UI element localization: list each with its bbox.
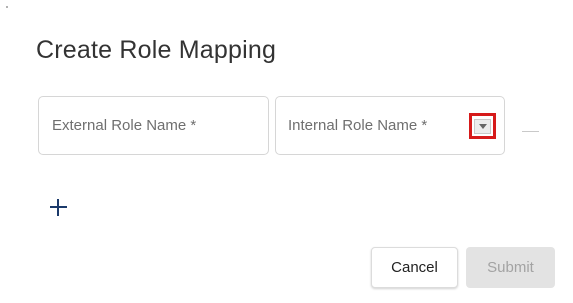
external-role-name-field[interactable]: External Role Name * bbox=[38, 96, 269, 155]
remove-row-button[interactable] bbox=[522, 131, 539, 132]
add-row-button[interactable] bbox=[50, 199, 67, 216]
create-role-mapping-dialog: Create Role Mapping External Role Name *… bbox=[0, 0, 573, 303]
cancel-button[interactable]: Cancel bbox=[371, 247, 458, 288]
dropdown-toggle[interactable] bbox=[474, 118, 491, 134]
internal-role-name-placeholder: Internal Role Name * bbox=[288, 117, 428, 134]
internal-role-name-field[interactable]: Internal Role Name * bbox=[275, 96, 505, 155]
internal-role-dropdown-button[interactable] bbox=[469, 113, 496, 139]
corner-dot bbox=[6, 6, 8, 8]
dialog-title: Create Role Mapping bbox=[36, 36, 277, 64]
external-role-name-placeholder: External Role Name * bbox=[52, 117, 197, 134]
submit-button[interactable]: Submit bbox=[466, 247, 555, 288]
caret-down-icon bbox=[478, 123, 487, 129]
plus-icon-vertical bbox=[57, 199, 59, 216]
